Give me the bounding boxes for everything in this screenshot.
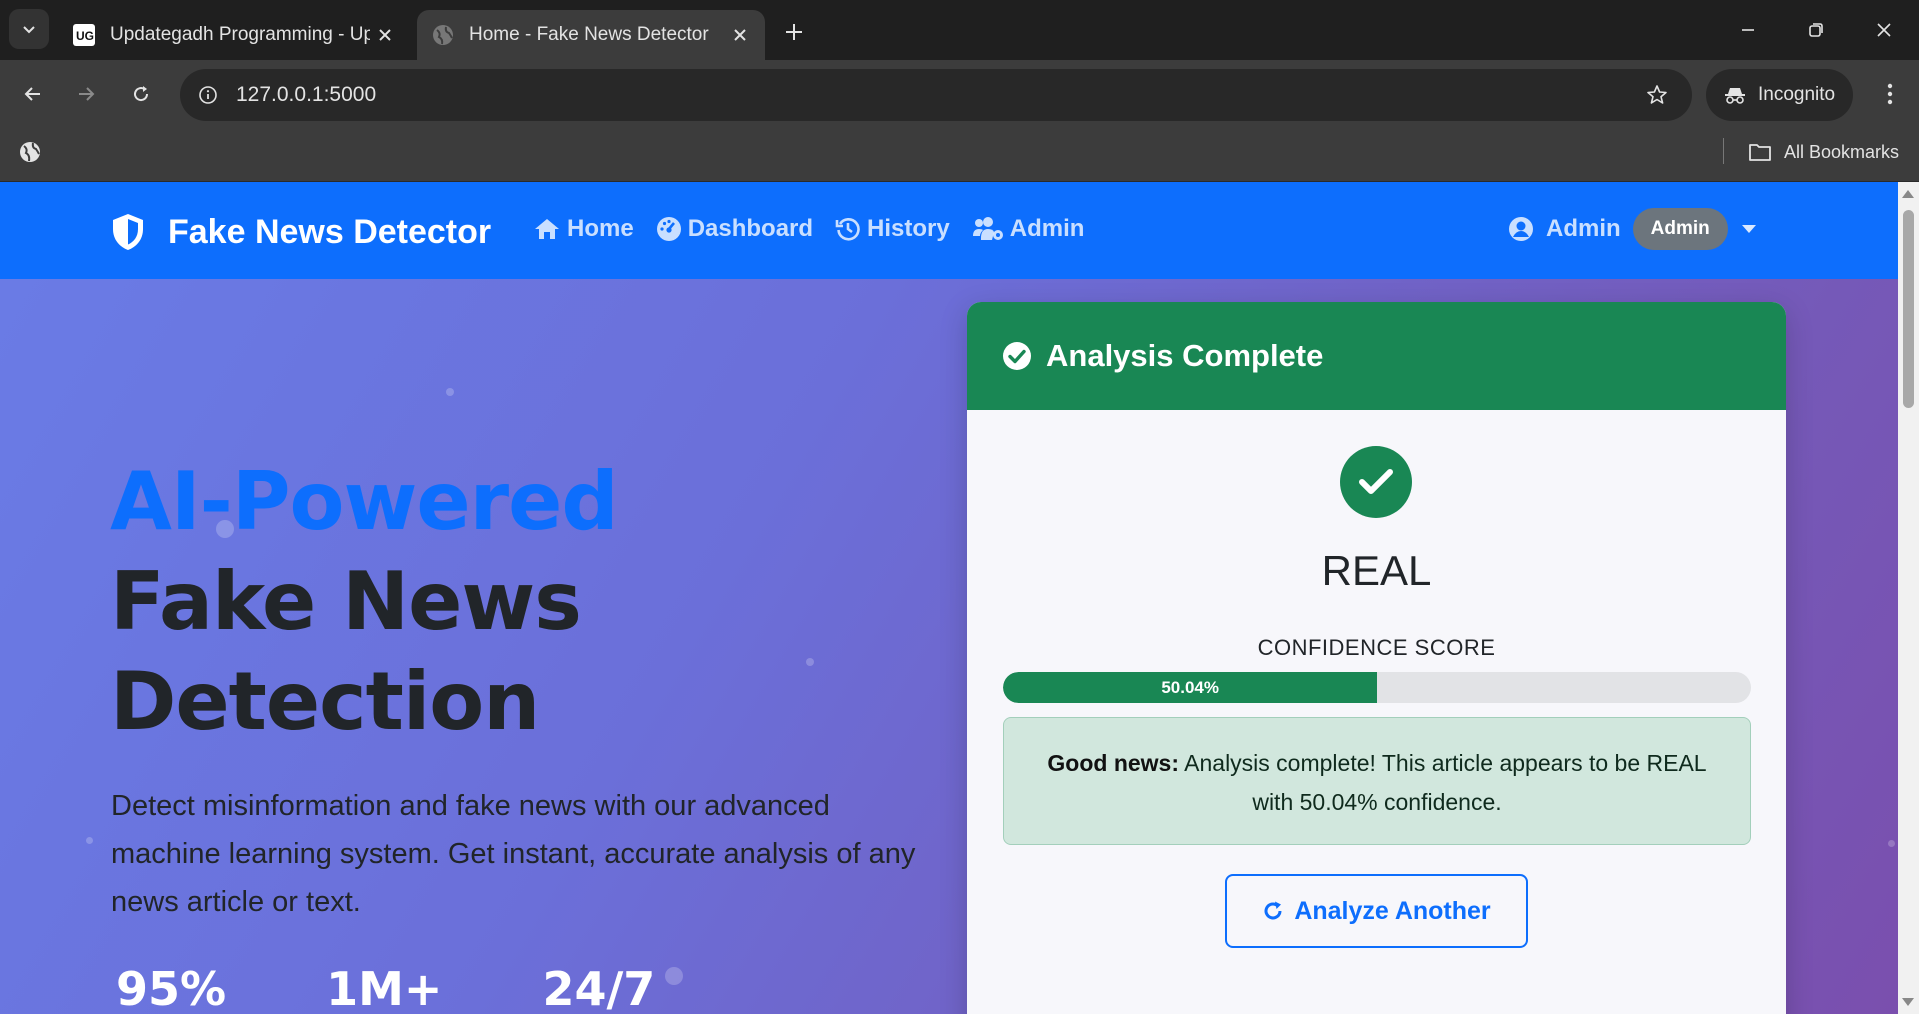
decorative-particle — [446, 388, 454, 396]
main-nav: Home Dashboard History Admin — [533, 215, 1106, 243]
verdict-check-icon — [1340, 446, 1412, 518]
shield-icon — [110, 212, 146, 252]
user-circle-icon — [1508, 216, 1534, 242]
bookmarks-bar: All Bookmarks — [0, 128, 1919, 182]
analyze-another-label: Analyze Another — [1294, 896, 1491, 925]
nav-dashboard[interactable]: Dashboard — [656, 215, 813, 243]
hero-stats: 95% 1M+ 24/7 — [116, 962, 755, 1014]
url-text: 127.0.0.1:5000 — [236, 83, 377, 106]
chevron-down-icon — [23, 26, 35, 34]
tab-title: Updategadh Programming - Up — [110, 24, 370, 45]
all-bookmarks-button[interactable]: All Bookmarks — [1748, 136, 1899, 168]
close-tab-icon[interactable] — [370, 20, 400, 50]
confidence-value: 50.04% — [1161, 677, 1219, 697]
brand-link[interactable]: Fake News Detector — [110, 212, 491, 252]
new-tab-button[interactable] — [776, 14, 812, 50]
result-alert: Good news: Analysis complete! This artic… — [1003, 717, 1751, 845]
close-icon — [1877, 23, 1891, 37]
decorative-particle — [806, 658, 814, 666]
nav-home-label: Home — [567, 215, 634, 242]
stat-articles: 1M+ — [326, 962, 443, 1014]
restore-button[interactable] — [1786, 10, 1846, 50]
user-name: Admin — [1546, 215, 1621, 242]
tab-fake-news-detector[interactable]: Home - Fake News Detector — [417, 10, 765, 60]
browser-tab-strip: UG Updategadh Programming - Up Home - Fa… — [0, 0, 1919, 60]
close-window-button[interactable] — [1854, 10, 1914, 50]
restore-icon — [1809, 23, 1823, 37]
site-info-icon[interactable] — [193, 80, 223, 110]
scroll-up-arrow-icon[interactable] — [1902, 190, 1914, 198]
browser-toolbar: 127.0.0.1:5000 Incognito — [0, 60, 1919, 128]
tab-search-button[interactable] — [9, 9, 49, 49]
arrow-left-icon — [24, 87, 40, 101]
more-vertical-icon — [1887, 83, 1893, 105]
brand-name: Fake News Detector — [168, 212, 492, 251]
nav-history[interactable]: History — [835, 215, 950, 243]
redo-icon — [1262, 900, 1284, 922]
history-icon — [835, 216, 861, 242]
hero-title-highlight: AI-Powered — [110, 455, 619, 548]
plus-icon — [786, 24, 802, 40]
result-card-title: Analysis Complete — [1046, 338, 1324, 373]
arrow-right-icon — [79, 87, 95, 101]
confidence-label: CONFIDENCE SCORE — [1257, 635, 1496, 660]
tab-updategadh[interactable]: UG Updategadh Programming - Up — [58, 10, 410, 60]
minimize-icon — [1742, 29, 1754, 31]
page-viewport: Fake News Detector Home Dashboard Histor… — [0, 182, 1898, 1014]
bookmark-star-icon[interactable] — [1642, 80, 1672, 110]
minimize-button[interactable] — [1718, 10, 1778, 50]
tab-title: Home - Fake News Detector — [469, 24, 709, 45]
hero-description: Detect misinformation and fake news with… — [111, 790, 916, 918]
stat-availability: 24/7 — [542, 962, 656, 1014]
alert-message: Analysis complete! This article appears … — [1184, 750, 1707, 815]
confidence-progress-bar: 50.04% — [1003, 672, 1751, 703]
decorative-particle — [86, 837, 93, 844]
incognito-label: Incognito — [1758, 84, 1836, 105]
hero-title-line3: Detection — [110, 655, 540, 748]
globe-icon[interactable] — [18, 140, 42, 169]
home-icon — [533, 217, 561, 241]
incognito-icon — [1724, 85, 1746, 105]
check-circle-icon — [1002, 341, 1032, 371]
globe-icon — [431, 23, 455, 47]
hero-title: AI-Powered Fake News Detection — [110, 452, 619, 752]
confidence-progress-fill: 50.04% — [1003, 672, 1378, 703]
reload-button[interactable] — [121, 74, 161, 114]
stat-accuracy: 95% — [116, 962, 227, 1014]
nav-admin-label: Admin — [1009, 215, 1085, 242]
page-scrollbar[interactable] — [1898, 182, 1919, 1014]
analyze-another-button[interactable]: Analyze Another — [1225, 874, 1528, 948]
role-badge: Admin — [1632, 208, 1728, 250]
caret-down-icon — [1741, 225, 1756, 233]
hero-title-line2: Fake News — [110, 555, 582, 648]
nav-admin[interactable]: Admin — [972, 215, 1085, 243]
back-button[interactable] — [13, 74, 53, 114]
scroll-down-arrow-icon[interactable] — [1902, 998, 1914, 1006]
folder-icon — [1748, 142, 1772, 162]
users-cog-icon — [972, 216, 1004, 242]
alert-strong-text: Good news: — [1047, 750, 1180, 776]
nav-history-label: History — [867, 215, 950, 242]
nav-home[interactable]: Home — [533, 215, 634, 243]
incognito-badge[interactable]: Incognito — [1706, 69, 1853, 121]
all-bookmarks-label: All Bookmarks — [1784, 141, 1900, 162]
svg-text:UG: UG — [76, 29, 94, 43]
dashboard-icon — [656, 216, 682, 242]
bookmarks-divider — [1723, 138, 1724, 164]
address-bar[interactable]: 127.0.0.1:5000 — [180, 69, 1692, 121]
ug-logo-icon: UG — [72, 23, 96, 47]
close-tab-icon[interactable] — [725, 20, 755, 50]
result-card-header: Analysis Complete — [967, 302, 1786, 410]
result-card: Analysis Complete REAL CONFIDENCE SCORE … — [967, 302, 1786, 1014]
nav-dashboard-label: Dashboard — [687, 215, 814, 242]
user-menu-toggle[interactable]: Admin Admin — [1508, 208, 1756, 250]
browser-menu-button[interactable] — [1870, 74, 1910, 114]
scrollbar-thumb[interactable] — [1903, 210, 1914, 408]
app-navbar: Fake News Detector Home Dashboard Histor… — [0, 182, 1898, 279]
forward-button[interactable] — [66, 74, 106, 114]
reload-icon — [134, 86, 149, 102]
verdict-label: REAL — [1321, 547, 1432, 594]
decorative-particle — [1888, 840, 1895, 847]
